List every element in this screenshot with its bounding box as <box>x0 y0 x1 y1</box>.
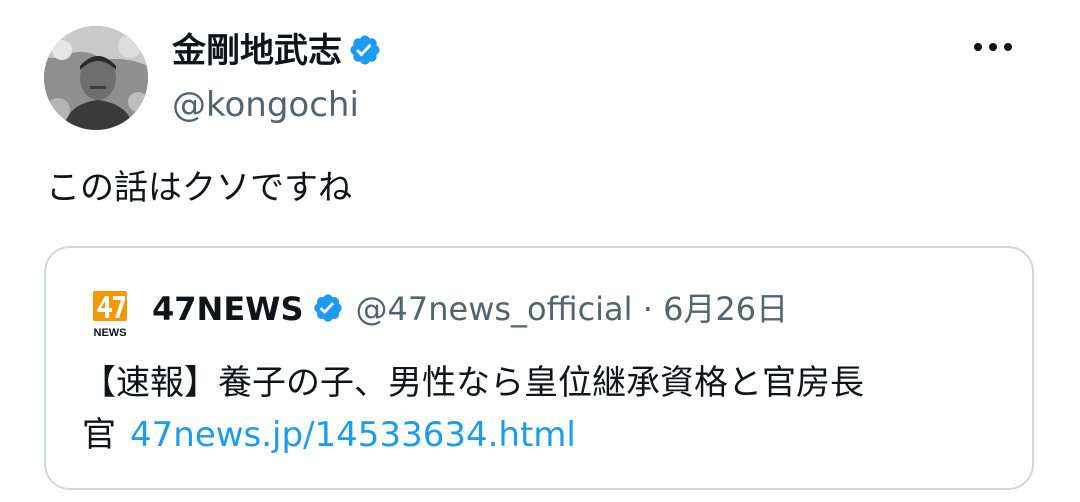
quoted-date[interactable]: 6月26日 <box>663 290 788 328</box>
quoted-link[interactable]: 47news.jp/14533634.html <box>130 415 576 455</box>
quoted-text-end: 官 <box>82 415 116 455</box>
quoted-display-name[interactable]: 47NEWS <box>152 290 304 328</box>
quoted-text-line-1: 【速報】養子の子、男性なら皇位継承資格と官房長 <box>82 363 864 403</box>
avatar-photo <box>44 26 148 130</box>
quoted-text-line-2: 官 47news.jp/14533634.html <box>82 410 576 460</box>
author-display-name-row[interactable]: 金剛地武志 <box>172 28 382 74</box>
separator-dot: · <box>632 290 664 328</box>
verified-badge-icon <box>313 294 342 322</box>
avatar[interactable] <box>44 26 148 130</box>
tweet-text: この話はクソですね <box>46 168 352 208</box>
more-options-button[interactable] <box>970 30 1016 64</box>
quoted-tweet-header: 47NEWS @47news_official · 6月26日 <box>152 286 788 332</box>
more-options-icon <box>974 43 1012 51</box>
verified-badge-icon <box>350 34 380 65</box>
author-handle[interactable]: @kongochi <box>172 83 359 127</box>
author-display-name[interactable]: 金剛地武志 <box>172 31 342 71</box>
47news-logo-icon: NEWS <box>93 291 127 339</box>
quoted-handle[interactable]: @47news_official <box>356 290 633 328</box>
quoted-tweet-card[interactable]: NEWS 47NEWS @47news_official · 6月26日 【速報… <box>44 246 1034 490</box>
logo-text: NEWS <box>94 327 127 339</box>
